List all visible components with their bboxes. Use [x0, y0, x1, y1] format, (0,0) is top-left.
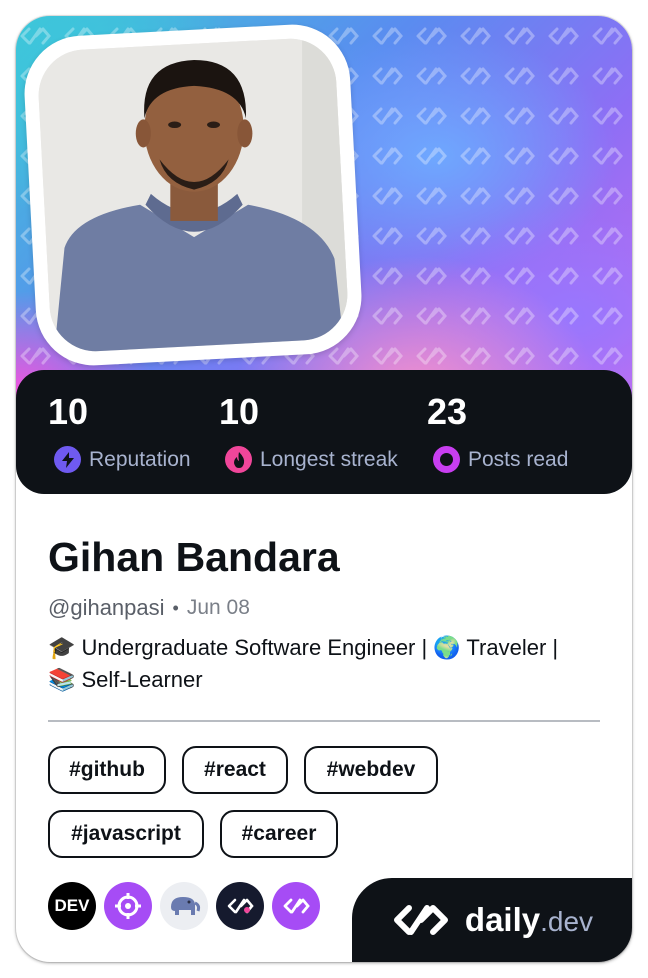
dailydev-dark-icon[interactable]	[216, 882, 264, 930]
brand-wordmark: daily.dev	[464, 901, 594, 938]
dailydev-logo-icon	[393, 905, 448, 935]
bio-line-2: 📚 Self-Learner	[48, 667, 203, 692]
bio-line-1: 🎓 Undergraduate Software Engineer | 🌍 Tr…	[48, 635, 559, 660]
avatar-photo	[36, 36, 350, 354]
reputation-label: Reputation	[89, 447, 191, 471]
avatar-frame	[21, 21, 365, 369]
tag-webdev[interactable]: #webdev	[304, 746, 438, 794]
lightning-icon	[54, 446, 81, 473]
tag-react[interactable]: #react	[182, 746, 288, 794]
stat-reputation: 10 Reputation	[48, 392, 191, 473]
posts-read-label: Posts read	[468, 447, 569, 471]
devcard: 10 Reputation 10 Longest streak 23 Posts…	[16, 16, 632, 962]
divider	[48, 720, 600, 722]
dev-to-icon[interactable]: DEV	[48, 882, 96, 930]
stat-longest-streak: 10 Longest streak	[219, 392, 398, 473]
dailydev-brand: daily.dev	[352, 878, 632, 962]
avatar	[36, 36, 350, 354]
php-elephant-icon[interactable]	[160, 882, 208, 930]
separator-dot: •	[172, 597, 179, 618]
crosshair-source-icon[interactable]	[104, 882, 152, 930]
reputation-value: 10	[48, 391, 89, 432]
posts-read-value: 23	[427, 391, 468, 432]
joined-date: Jun 08	[186, 596, 250, 619]
hero-banner	[16, 16, 632, 400]
flame-icon	[225, 446, 252, 473]
stats-bar: 10 Reputation 10 Longest streak 23 Posts…	[16, 370, 632, 494]
handle-row: @gihanpasi • Jun 08	[48, 595, 250, 621]
profile-bio: 🎓 Undergraduate Software Engineer | 🌍 Tr…	[48, 632, 608, 696]
stat-posts-read: 23 Posts read	[427, 392, 568, 473]
ring-icon	[433, 446, 460, 473]
tag-javascript[interactable]: #javascript	[48, 810, 204, 858]
profile-handle: @gihanpasi	[48, 595, 165, 620]
streak-value: 10	[219, 391, 260, 432]
profile-name: Gihan Bandara	[48, 534, 340, 580]
streak-label: Longest streak	[260, 447, 398, 471]
tag-career[interactable]: #career	[220, 810, 338, 858]
tag-github[interactable]: #github	[48, 746, 166, 794]
dailydev-purple-icon[interactable]	[272, 882, 320, 930]
